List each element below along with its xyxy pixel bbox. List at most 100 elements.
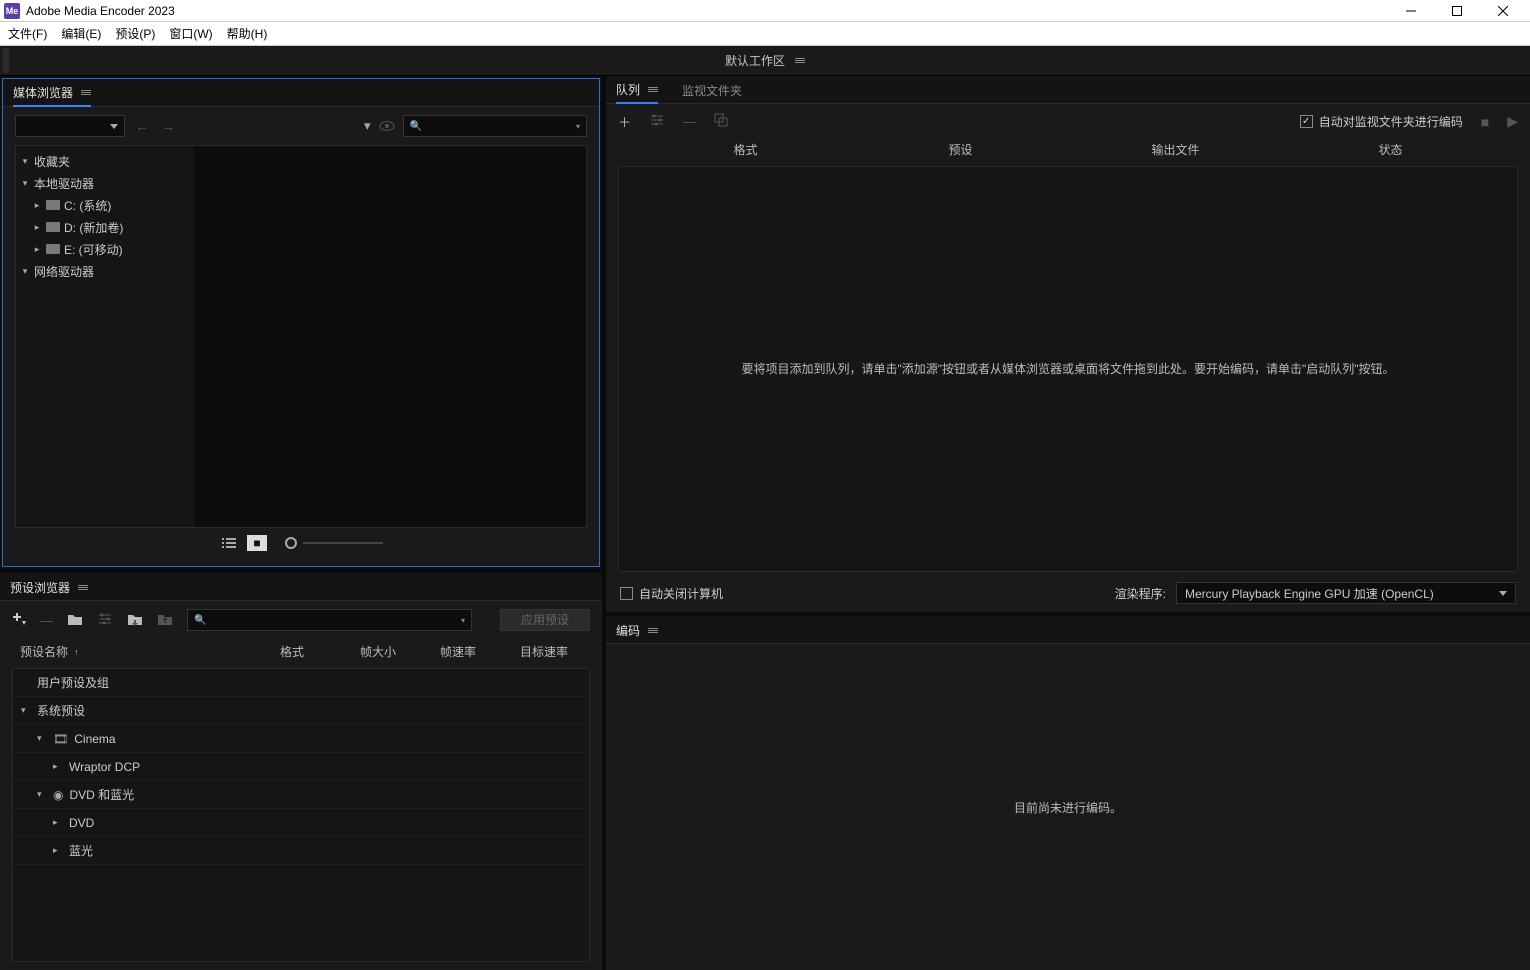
queue-toolbar: ＋ — ✓ 自动对监视文件夹进行编码 ■ ▶ (618, 112, 1518, 131)
export-preset-button[interactable] (157, 612, 173, 629)
zoom-slider[interactable] (285, 537, 383, 549)
auto-shutdown-label: 自动关闭计算机 (639, 585, 723, 602)
tree-favorites[interactable]: ▾收藏夹 (16, 150, 194, 172)
media-browser-panel: 媒体浏览器 ← → ▾ 🔍 ▾ (2, 78, 600, 567)
col-frame-rate[interactable]: 帧速率 (440, 643, 520, 660)
preset-settings-button[interactable] (97, 612, 113, 629)
checkbox-checked-icon: ✓ (1300, 115, 1313, 128)
panel-menu-icon[interactable] (81, 90, 91, 95)
auto-shutdown-checkbox[interactable]: ✓ 自动关闭计算机 (620, 585, 723, 602)
remove-item-button[interactable]: — (683, 114, 696, 129)
preset-row-label: DVD (69, 816, 94, 830)
queue-columns-header: 格式 预设 输出文件 状态 (618, 141, 1518, 166)
menu-edit[interactable]: 编辑(E) (61, 25, 101, 42)
encoding-empty-text: 目前尚未进行编码。 (1014, 799, 1122, 816)
list-view-button[interactable] (219, 535, 239, 551)
visibility-icon[interactable] (379, 120, 395, 132)
preset-list: 用户预设及组 ▾系统预设 ▾🎞Cinema ▸Wraptor DCP ▾◉DVD… (12, 668, 590, 962)
search-dropdown-icon[interactable]: ▾ (461, 616, 465, 625)
preset-row-label: Cinema (74, 732, 115, 746)
start-queue-button[interactable]: ▶ (1507, 113, 1518, 130)
tree-local-drives[interactable]: ▾本地驱动器 (16, 172, 194, 194)
nav-forward-button[interactable]: → (159, 118, 177, 134)
menu-help[interactable]: 帮助(H) (227, 25, 268, 42)
preset-row-dvd[interactable]: ▸DVD (13, 809, 589, 837)
window-maximize-button[interactable] (1434, 0, 1480, 22)
preset-row-bluray[interactable]: ▸蓝光 (13, 837, 589, 865)
col-target-rate[interactable]: 目标速率 (520, 643, 600, 660)
media-browser-footer: ■ (15, 528, 587, 558)
duplicate-button[interactable] (714, 113, 728, 130)
menu-bar: 文件(F) 编辑(E) 预设(P) 窗口(W) 帮助(H) (0, 22, 1530, 46)
tree-network-drives[interactable]: ▾网络驱动器 (16, 260, 194, 282)
title-bar: Me Adobe Media Encoder 2023 (0, 0, 1530, 22)
panel-menu-icon[interactable] (78, 585, 88, 590)
tree-drive-c[interactable]: ▸C: (系统) (16, 194, 194, 216)
add-preset-button[interactable] (12, 612, 26, 629)
renderer-dropdown[interactable]: Mercury Playback Engine GPU 加速 (OpenCL) (1176, 582, 1516, 604)
thumb-view-button[interactable]: ■ (247, 535, 267, 551)
tree-drive-d[interactable]: ▸D: (新加卷) (16, 216, 194, 238)
tab-encoding[interactable]: 编码 (616, 618, 658, 643)
path-dropdown[interactable] (15, 115, 125, 137)
tab-queue[interactable]: 队列 (616, 77, 658, 104)
preset-search-input[interactable] (212, 614, 455, 626)
minimize-icon (1406, 6, 1416, 16)
preset-row-label: DVD 和蓝光 (69, 786, 134, 803)
window-close-button[interactable] (1480, 0, 1526, 22)
auto-encode-checkbox[interactable]: ✓ 自动对监视文件夹进行编码 (1300, 113, 1463, 130)
panel-handle[interactable] (3, 48, 9, 73)
zoom-knob-icon (285, 537, 297, 549)
preset-row-label: 用户预设及组 (37, 674, 109, 691)
tab-queue-label: 队列 (616, 81, 640, 98)
drive-icon (46, 244, 60, 254)
nav-back-button[interactable]: ← (133, 118, 151, 134)
queue-drop-area[interactable]: 要将项目添加到队列，请单击"添加源"按钮或者从媒体浏览器或桌面将文件拖到此处。要… (618, 166, 1518, 572)
col-preset-name[interactable]: 预设名称 (20, 643, 68, 660)
stop-queue-button[interactable]: ■ (1481, 114, 1489, 130)
drive-icon (46, 200, 60, 210)
col-frame-size[interactable]: 帧大小 (360, 643, 440, 660)
menu-preset[interactable]: 预设(P) (115, 25, 155, 42)
search-dropdown-icon[interactable]: ▾ (576, 122, 580, 131)
apply-preset-button[interactable]: 应用预设 (500, 609, 590, 631)
import-preset-button[interactable] (127, 612, 143, 629)
media-content-area[interactable] (194, 146, 586, 527)
new-group-button[interactable] (67, 612, 83, 629)
queue-settings-button[interactable] (649, 113, 665, 130)
menu-window[interactable]: 窗口(W) (169, 25, 212, 42)
tree-drive-e[interactable]: ▸E: (可移动) (16, 238, 194, 260)
workspace-label[interactable]: 默认工作区 (725, 52, 785, 69)
remove-preset-button[interactable]: — (40, 613, 53, 628)
media-search-input[interactable] (428, 120, 570, 132)
panel-menu-icon[interactable] (648, 87, 658, 92)
add-source-button[interactable]: ＋ (618, 112, 631, 131)
tree-label: 网络驱动器 (34, 263, 94, 280)
tab-watch-label: 监视文件夹 (682, 82, 742, 99)
filter-icon[interactable]: ▾ (364, 118, 371, 134)
window-minimize-button[interactable] (1388, 0, 1434, 22)
preset-row-dvd-bluray[interactable]: ▾◉DVD 和蓝光 (13, 781, 589, 809)
workspace-menu-icon[interactable] (795, 58, 805, 63)
qcol-output: 输出文件 (1068, 141, 1283, 158)
preset-row-system[interactable]: ▾系统预设 (13, 697, 589, 725)
preset-row-cinema[interactable]: ▾🎞Cinema (13, 725, 589, 753)
preset-row-wraptor[interactable]: ▸Wraptor DCP (13, 753, 589, 781)
checkbox-unchecked-icon: ✓ (620, 587, 633, 600)
tab-watch-folders[interactable]: 监视文件夹 (682, 78, 742, 103)
search-icon: 🔍 (410, 121, 422, 132)
col-format[interactable]: 格式 (280, 643, 360, 660)
maximize-icon (1452, 6, 1462, 16)
preset-search-field[interactable]: 🔍 ▾ (187, 609, 472, 631)
panel-menu-icon[interactable] (648, 628, 658, 633)
preset-row-label: Wraptor DCP (69, 760, 140, 774)
drive-icon (46, 222, 60, 232)
preset-row-label: 蓝光 (69, 842, 93, 859)
preset-browser-panel: 预设浏览器 — (0, 569, 602, 970)
search-icon: 🔍 (194, 615, 206, 626)
tab-media-browser[interactable]: 媒体浏览器 (13, 80, 91, 107)
preset-row-user-group[interactable]: 用户预设及组 (13, 669, 589, 697)
tab-preset-browser[interactable]: 预设浏览器 (10, 575, 88, 600)
media-search-field[interactable]: 🔍 ▾ (403, 115, 587, 137)
menu-file[interactable]: 文件(F) (8, 25, 47, 42)
